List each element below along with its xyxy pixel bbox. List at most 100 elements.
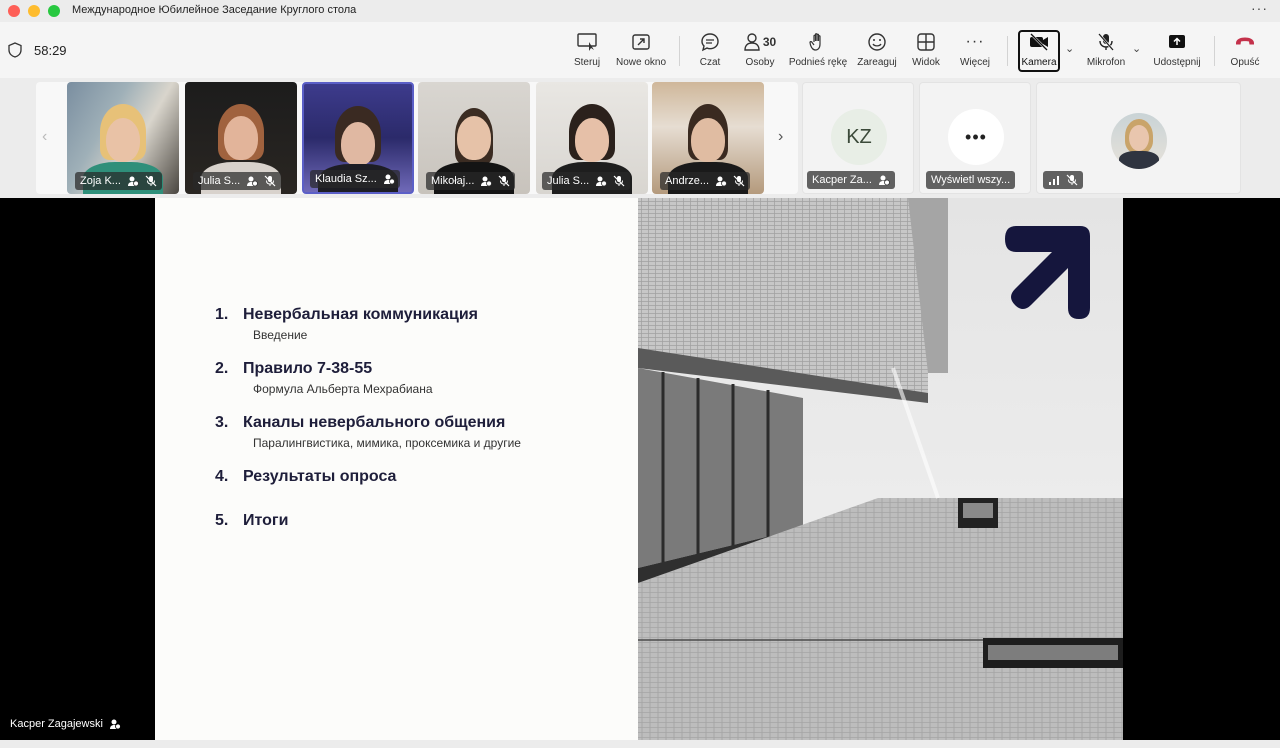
agenda-number: 5. — [215, 512, 229, 529]
close-window-button[interactable] — [8, 5, 20, 17]
meeting-toolbar: 58:29 Steruj Nowe okno Czat 30 Osoby Pod… — [0, 22, 1280, 78]
smile-icon — [867, 30, 887, 54]
status-icon — [247, 176, 259, 187]
status-icon — [481, 176, 493, 187]
meeting-timer: 58:29 — [34, 43, 67, 58]
agenda-title: Результаты опроса — [243, 468, 397, 485]
new-window-label: Nowe okno — [615, 57, 667, 68]
more-dots-icon: ··· — [965, 33, 985, 50]
toolbar-divider — [679, 36, 680, 66]
participant-name: Julia S... — [198, 175, 241, 187]
participant-name: Zoja K... — [80, 175, 121, 187]
microphone-button[interactable]: Mikrofon — [1084, 30, 1128, 74]
camera-button[interactable]: Kamera — [1018, 30, 1060, 74]
participant-name: Kacper Za... — [812, 174, 872, 186]
avatar-initials: KZ — [831, 109, 887, 165]
window-title: Международное Юбилейное Заседание Кругло… — [72, 4, 357, 16]
shared-content-stage: 1. Невербальная коммуникация Введение 2.… — [0, 198, 1280, 740]
people-button[interactable]: 30 Osoby — [738, 30, 782, 74]
participant-name: Andrze... — [665, 175, 710, 187]
show-all-participants-tile[interactable]: ••• Wyświetl wszy... — [919, 82, 1031, 194]
self-view-avatar — [1111, 113, 1167, 169]
participant-tile[interactable]: Andrze... — [652, 82, 764, 194]
leave-button[interactable]: Opuść — [1228, 30, 1262, 74]
camera-off-icon — [1028, 30, 1050, 54]
mic-off-icon — [1096, 30, 1116, 54]
participant-tile[interactable]: Mikołaj... — [418, 82, 530, 194]
self-view-tile[interactable] — [1036, 82, 1241, 194]
agenda-item: 4. Результаты опроса — [215, 468, 521, 486]
chat-label: Czat — [699, 57, 721, 68]
self-face — [1129, 125, 1149, 151]
screen-control-icon — [576, 30, 598, 54]
gallery-prev-chevron-icon[interactable]: ‹ — [42, 128, 47, 146]
minimize-window-button[interactable] — [28, 5, 40, 17]
microphone-options-chevron-icon[interactable]: ⌄ — [1132, 42, 1141, 55]
status-icon — [596, 176, 608, 187]
people-icon: 30 — [744, 30, 776, 54]
participant-tile-active[interactable]: Klaudia Sz... — [302, 82, 414, 194]
camera-options-chevron-icon[interactable]: ⌄ — [1065, 42, 1074, 55]
agenda-title: Итоги — [243, 512, 289, 529]
title-more-icon[interactable]: ··· — [1251, 0, 1268, 16]
agenda-subtitle: Формула Альберта Мехрабиана — [253, 382, 433, 396]
more-dots-icon: ••• — [948, 109, 1004, 165]
participant-face — [224, 116, 258, 160]
people-label: Osoby — [745, 57, 775, 68]
zoom-window-button[interactable] — [48, 5, 60, 17]
new-window-button[interactable]: Nowe okno — [612, 30, 670, 74]
participant-tile[interactable]: Julia S... — [185, 82, 297, 194]
view-button[interactable]: Widok — [909, 30, 943, 74]
status-icon — [716, 176, 727, 187]
presenter-name: Kacper Zagajewski — [10, 718, 103, 730]
toolbar-divider — [1007, 36, 1008, 66]
mic-off-icon — [264, 175, 276, 187]
gallery-next-chevron-icon[interactable]: › — [778, 128, 783, 146]
participant-tile[interactable]: KZ Kacper Za... — [802, 82, 914, 194]
chat-icon — [700, 30, 720, 54]
participant-face — [457, 116, 491, 160]
participant-gallery: ‹ Zoja K... Julia S... Klaudia Sz... Mik… — [0, 78, 1280, 198]
show-all-label-plate: Wyświetl wszy... — [926, 171, 1016, 189]
status-icon — [383, 174, 395, 185]
participant-face — [341, 122, 375, 166]
agenda-item: 3. Каналы невербального общения Паралинг… — [215, 414, 521, 450]
share-button[interactable]: Udostępnij — [1150, 30, 1204, 74]
presenter-status-icon — [109, 719, 121, 730]
share-screen-icon — [1167, 30, 1187, 54]
toolbar-divider — [1214, 36, 1215, 66]
people-count: 30 — [762, 35, 777, 49]
more-button[interactable]: ··· Więcej — [956, 30, 994, 74]
presenter-label: Kacper Zagajewski — [10, 718, 121, 730]
shield-icon — [8, 42, 22, 58]
react-button[interactable]: Zareaguj — [855, 30, 899, 74]
steruj-button[interactable]: Steruj — [571, 30, 603, 74]
agenda-number: 1. — [215, 306, 229, 323]
mic-off-icon — [733, 175, 745, 187]
leave-label: Opuść — [1230, 57, 1260, 68]
self-view-plate — [1043, 171, 1083, 189]
participant-tile[interactable]: Zoja K... — [67, 82, 179, 194]
participant-nameplate: Zoja K... — [75, 172, 162, 190]
raise-hand-label: Podnieś rękę — [788, 57, 848, 68]
mic-off-icon — [1066, 174, 1078, 186]
participant-tile[interactable]: Julia S... — [536, 82, 648, 194]
show-all-label: Wyświetl wszy... — [931, 174, 1011, 186]
agenda-subtitle: Паралингвистика, мимика, проксемика и др… — [253, 436, 521, 450]
agenda-item: 5. Итоги — [215, 512, 521, 530]
building-photo — [638, 198, 1123, 740]
raise-hand-button[interactable]: Podnieś rękę — [788, 30, 848, 74]
mic-off-icon — [145, 175, 157, 187]
participant-face — [691, 118, 725, 162]
new-window-icon — [631, 30, 651, 54]
more-label: Więcej — [959, 57, 990, 68]
agenda-number: 3. — [215, 414, 229, 431]
participant-nameplate: Mikołaj... — [426, 172, 516, 190]
hang-up-phone-icon — [1234, 30, 1256, 54]
signal-bars-icon — [1049, 176, 1059, 185]
status-icon — [878, 175, 890, 186]
agenda-list: 1. Невербальная коммуникация Введение 2.… — [215, 306, 521, 548]
chat-button[interactable]: Czat — [696, 30, 724, 74]
participant-name: Klaudia Sz... — [315, 173, 377, 185]
participant-face — [106, 118, 140, 162]
